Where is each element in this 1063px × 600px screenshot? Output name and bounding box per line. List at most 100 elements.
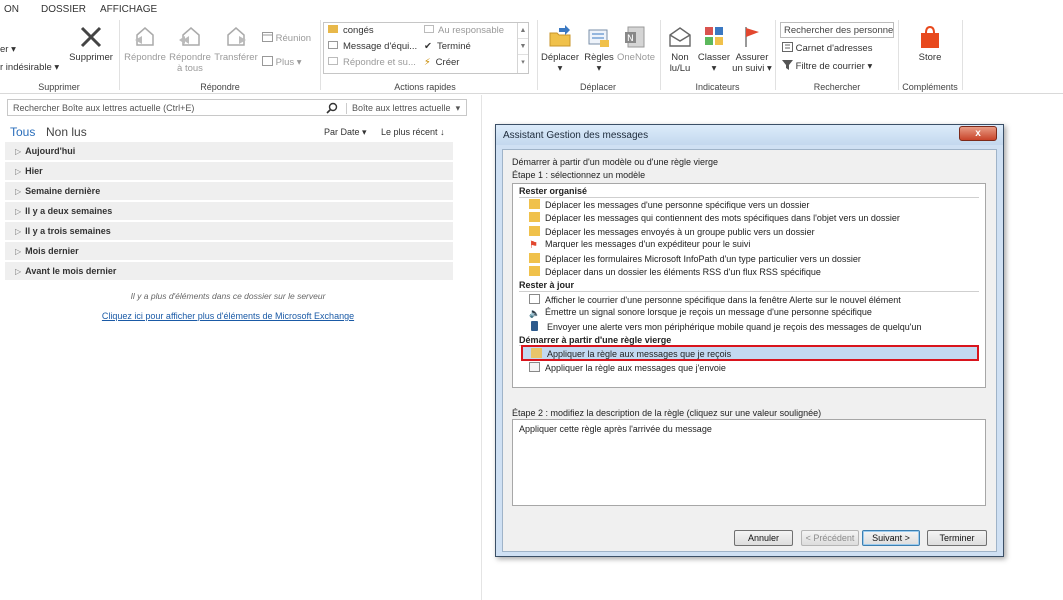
close-button[interactable]: x — [959, 126, 997, 141]
group-header-older[interactable]: ▷ Avant le mois dernier — [5, 262, 453, 280]
reply-all-icon — [179, 27, 200, 46]
group-header-last-month[interactable]: ▷ Mois dernier — [5, 242, 453, 260]
search-people-input[interactable]: Rechercher des personnes — [780, 22, 894, 38]
folder-move-icon — [529, 266, 540, 276]
dialog-titlebar[interactable]: Assistant Gestion des messages x — [496, 125, 1003, 145]
rule-template-item[interactable]: Déplacer dans un dossier les éléments RS… — [529, 266, 821, 279]
rule-template-item[interactable]: Déplacer les formulaires Microsoft InfoP… — [529, 253, 861, 266]
tab-dossier[interactable]: DOSSIER — [41, 4, 86, 15]
dialog-body: Démarrer à partir d'un modèle ou d'une r… — [502, 149, 997, 552]
arrow-down-icon: ↓ — [440, 127, 445, 137]
address-book-icon — [782, 42, 793, 52]
finish-button[interactable]: Terminer — [927, 530, 987, 546]
tab-affichage[interactable]: AFFICHAGE — [100, 4, 157, 15]
flag-icon: ⚑ — [529, 240, 538, 251]
quick-step-au-responsable[interactable]: Au responsable — [424, 25, 504, 36]
expand-triangle-icon: ▷ — [15, 267, 22, 276]
sent-rule-icon — [529, 362, 540, 372]
reply-all-button[interactable]: Répondre à tous — [168, 24, 212, 74]
search-icon[interactable] — [326, 102, 338, 114]
dialog-title: Assistant Gestion des messages — [503, 130, 649, 141]
rule-template-item[interactable]: Déplacer les messages qui contiennent de… — [529, 212, 900, 225]
onenote-button[interactable]: N OneNote — [616, 24, 656, 63]
mailbox-search-input[interactable]: Rechercher Boîte aux lettres actuelle (C… — [7, 99, 467, 116]
expand-triangle-icon: ▷ — [15, 187, 22, 196]
group-header-two-weeks[interactable]: ▷ Il y a deux semaines — [5, 202, 453, 220]
rule-template-item[interactable]: Afficher le courrier d'une personne spéc… — [529, 294, 901, 307]
delete-button[interactable]: Supprimer — [66, 24, 116, 63]
store-button[interactable]: Store — [907, 24, 953, 63]
menu-bar: ON DOSSIER AFFICHAGE — [0, 0, 1063, 18]
group-complements: Store Compléments — [899, 18, 961, 94]
sort-by-dropdown[interactable]: Par Date ▾ — [324, 127, 367, 138]
rule-description-box[interactable]: Appliquer cette règle après l'arrivée du… — [512, 419, 986, 506]
tab-accueil[interactable]: ON — [4, 4, 19, 15]
mail-filter-button[interactable]: Filtre de courrier ▾ — [782, 60, 872, 72]
meeting-button[interactable]: Réunion — [262, 32, 311, 44]
alert-window-icon — [529, 294, 540, 304]
checkmark-icon: ✔ — [424, 41, 432, 52]
rule-template-item[interactable]: Déplacer les messages envoyés à un group… — [529, 226, 815, 239]
expand-triangle-icon: ▷ — [15, 227, 22, 236]
svg-text:N: N — [627, 34, 634, 44]
junk-button[interactable]: r indésirable ▾ — [0, 62, 59, 73]
address-book-button[interactable]: Carnet d'adresses — [782, 42, 872, 54]
categorize-button[interactable]: Classer ▾ — [695, 24, 733, 74]
group-repondre: Répondre Répondre à tous Transférer Réuni… — [120, 18, 320, 94]
filter-unread[interactable]: Non lus — [46, 125, 87, 139]
mobile-device-icon — [531, 321, 538, 331]
step1-label: Étape 1 : sélectionnez un modèle — [512, 170, 646, 180]
section-title-regle-vierge: Démarrer à partir d'une règle vierge — [519, 335, 672, 345]
expand-triangle-icon: ▷ — [15, 207, 22, 216]
rule-template-item[interactable]: Déplacer les messages d'une personne spé… — [529, 199, 809, 212]
more-items-notice: Il y a plus d'éléments dans ce dossier s… — [130, 291, 326, 301]
unread-read-button[interactable]: Non lu/Lu — [663, 24, 697, 74]
previous-button[interactable]: < Précédent — [801, 530, 859, 546]
follow-up-button[interactable]: Assurer un suivi ▾ — [731, 24, 773, 74]
move-button[interactable]: Déplacer ▾ — [538, 24, 582, 74]
envelope-icon — [669, 27, 691, 47]
rule-template-item-selected[interactable]: Appliquer la règle aux messages que je r… — [521, 345, 979, 361]
group-header-three-weeks[interactable]: ▷ Il y a trois semaines — [5, 222, 453, 240]
ribbon-separator — [962, 20, 963, 90]
group-label-actions-rapides: Actions rapides — [394, 82, 456, 92]
reply-button[interactable]: Répondre — [123, 24, 167, 63]
forward-icon — [227, 27, 246, 46]
group-header-yesterday[interactable]: ▷ Hier — [5, 162, 453, 180]
sort-order-toggle[interactable]: Le plus récent ↓ — [381, 127, 445, 137]
store-bag-icon — [921, 25, 939, 48]
clean-button[interactable]: er ▾ — [0, 44, 16, 55]
move-folder-icon — [549, 25, 571, 47]
filter-all[interactable]: Tous — [10, 125, 35, 139]
rule-template-item[interactable]: 🔈 Émettre un signal sonore lorsque je reç… — [529, 307, 872, 320]
rule-template-item[interactable]: ⚑ Marquer les messages d'un expéditeur po… — [529, 239, 750, 252]
dialog-intro: Démarrer à partir d'un modèle ou d'une r… — [512, 157, 719, 167]
filter-icon — [782, 60, 793, 70]
rules-icon — [588, 29, 609, 47]
forward-button[interactable]: Transférer — [213, 24, 259, 63]
folder-move-icon — [529, 253, 540, 263]
more-reply-button[interactable]: Plus ▾ — [262, 56, 302, 68]
search-scope-dropdown[interactable]: Boîte aux lettres actuelle ▾ — [346, 103, 460, 114]
section-title-a-jour: Rester à jour — [519, 280, 575, 290]
quick-step-repondre-supprimer[interactable]: Répondre et su... — [328, 57, 416, 68]
quick-step-termine[interactable]: ✔ Terminé — [424, 41, 471, 52]
group-header-last-week[interactable]: ▷ Semaine dernière — [5, 182, 453, 200]
quick-step-conges[interactable]: congés — [328, 25, 374, 36]
group-label-deplacer: Déplacer — [579, 82, 617, 92]
group-header-today[interactable]: ▷ Aujourd'hui — [5, 142, 453, 160]
more-items-link[interactable]: Cliquez ici pour afficher plus d'élément… — [0, 311, 456, 321]
rule-template-item[interactable]: Appliquer la règle aux messages que j'en… — [529, 362, 726, 375]
quick-step-message-equipe[interactable]: Message d'équi... — [328, 41, 417, 52]
cancel-button[interactable]: Annuler — [734, 530, 793, 546]
quick-step-creer[interactable]: ⚡ Créer — [424, 57, 459, 68]
quick-steps-scroll[interactable]: ▲ ▼ ▾ — [517, 23, 528, 73]
next-button[interactable]: Suivant > — [862, 530, 920, 546]
rules-button[interactable]: Règles ▾ — [580, 24, 618, 74]
speaker-icon: 🔈 — [529, 308, 541, 318]
section-divider — [519, 291, 979, 292]
group-label-repondre: Répondre — [200, 82, 240, 92]
categorize-icon — [705, 27, 723, 45]
rule-template-item[interactable]: Envoyer une alerte vers mon périphérique… — [529, 321, 921, 334]
expand-triangle-icon: ▷ — [15, 147, 22, 156]
